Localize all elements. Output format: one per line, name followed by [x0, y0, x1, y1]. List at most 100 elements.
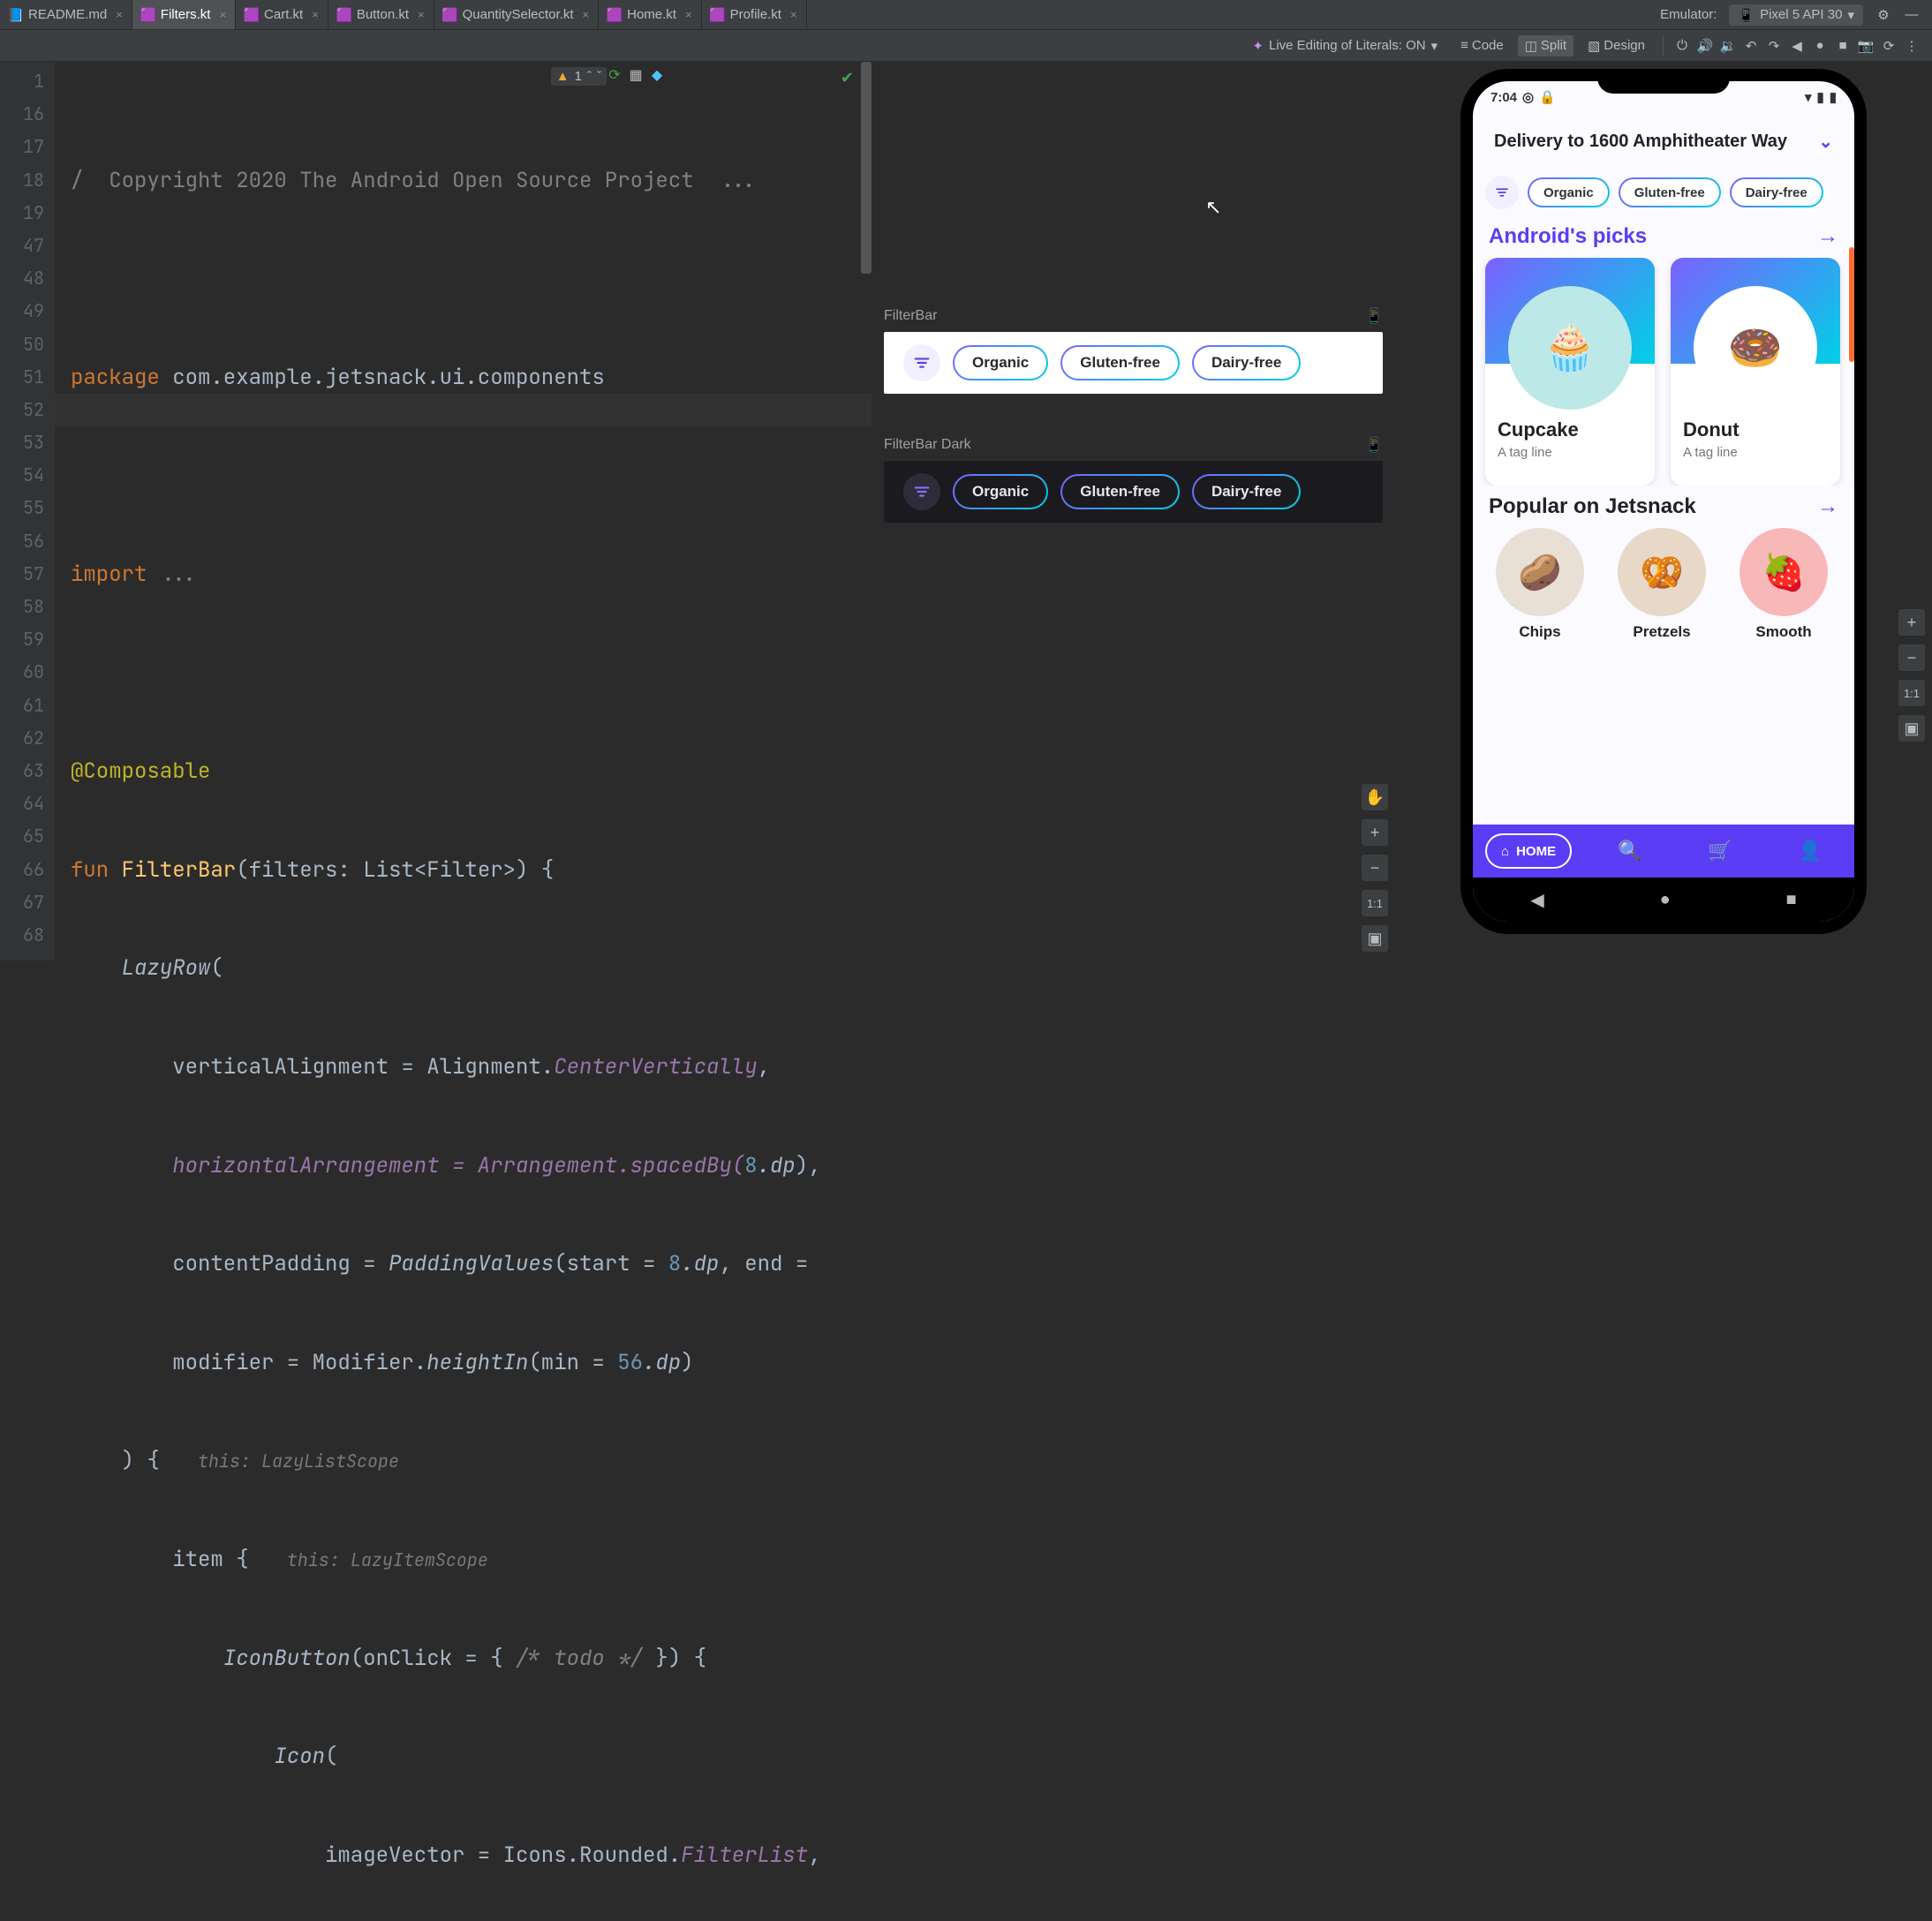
- interactive-icon[interactable]: ▦: [628, 67, 644, 83]
- markdown-icon: 📘: [9, 8, 23, 22]
- filter-icon[interactable]: [903, 344, 940, 381]
- gear-icon[interactable]: ⚙: [1875, 7, 1891, 23]
- snack-card-cupcake[interactable]: 🧁 Cupcake A tag line: [1485, 258, 1655, 486]
- rotate-left-icon[interactable]: ↶: [1743, 38, 1759, 54]
- tab-label: Button.kt: [357, 7, 409, 22]
- code-editor[interactable]: 116 1718 1947 4849 5051 5253 5455 5657 5…: [0, 62, 872, 960]
- nav-home-button[interactable]: ⌂ HOME: [1485, 833, 1572, 869]
- more-icon[interactable]: ⋮: [1904, 38, 1920, 54]
- zoom-out-button[interactable]: −: [1898, 644, 1925, 671]
- close-icon[interactable]: ×: [583, 8, 590, 21]
- editor-tabs: 📘 README.md × 🟪 Filters.kt × 🟪 Cart.kt ×…: [0, 0, 1932, 30]
- search-icon[interactable]: 🔍: [1598, 840, 1662, 863]
- pop-item-smoothie[interactable]: 🍓 Smooth: [1729, 528, 1838, 669]
- check-icon: ✔: [841, 69, 854, 87]
- chevron-down-icon: ⌄: [1818, 131, 1833, 153]
- chip-organic[interactable]: Organic: [1528, 177, 1610, 207]
- emulator-label: Emulator:: [1660, 7, 1717, 22]
- chip-glutenfree[interactable]: Gluten-free: [1060, 345, 1180, 380]
- refresh-icon[interactable]: ⟳: [1881, 38, 1897, 54]
- close-icon[interactable]: ×: [418, 8, 425, 21]
- back-icon[interactable]: ◀: [1789, 38, 1805, 54]
- code-body[interactable]: / Copyright 2020 The Android Open Source…: [55, 62, 872, 960]
- power-icon[interactable]: ⏻: [1674, 38, 1690, 54]
- tab-quantity[interactable]: 🟪 QuantitySelector.kt ×: [434, 0, 600, 29]
- tab-label: QuantitySelector.kt: [463, 7, 574, 22]
- cart-icon[interactable]: 🛒: [1688, 840, 1752, 863]
- preview-filterbar-dark: Organic Gluten-free Dairy-free: [884, 461, 1383, 523]
- fit-icon[interactable]: ▣: [1898, 715, 1925, 742]
- tab-label: README.md: [28, 7, 107, 22]
- device-name: Pixel 5 API 30: [1760, 7, 1842, 22]
- view-code-button[interactable]: ≡ Code: [1453, 35, 1511, 56]
- zoom-in-button[interactable]: +: [1898, 609, 1925, 636]
- chip-organic[interactable]: Organic: [953, 474, 1048, 509]
- zoom-ratio[interactable]: 1:1: [1898, 680, 1925, 706]
- kotlin-icon: 🟪: [337, 8, 351, 22]
- popular-carousel[interactable]: 🥔 Chips 🥨 Pretzels 🍓 Smooth: [1473, 528, 1854, 669]
- tab-cart[interactable]: 🟪 Cart.kt ×: [236, 0, 328, 29]
- chip-glutenfree[interactable]: Gluten-free: [1060, 474, 1180, 509]
- close-icon[interactable]: ×: [219, 8, 226, 21]
- rotate-right-icon[interactable]: ↷: [1766, 38, 1782, 54]
- filter-icon[interactable]: [903, 473, 940, 510]
- view-split-button[interactable]: ◫ Split: [1518, 35, 1574, 56]
- close-icon[interactable]: ×: [312, 8, 319, 21]
- close-icon[interactable]: ×: [685, 8, 692, 21]
- battery-icon: ▮: [1830, 89, 1837, 105]
- emulator-zoom-tools: + − 1:1 ▣: [1898, 609, 1925, 742]
- overview-icon[interactable]: ■: [1835, 38, 1851, 54]
- emulator-panel: 7:04 ◎ 🔒 ▾ ▮ ▮ Delivery to 1600 Amphithe…: [1395, 62, 1932, 960]
- close-icon[interactable]: ×: [116, 8, 123, 21]
- live-edit-toggle[interactable]: ✦ Live Editing of Literals: ON ▾: [1252, 38, 1438, 54]
- device-screen[interactable]: 7:04 ◎ 🔒 ▾ ▮ ▮ Delivery to 1600 Amphithe…: [1473, 81, 1854, 922]
- tab-button[interactable]: 🟪 Button.kt ×: [328, 0, 434, 29]
- chip-glutenfree[interactable]: Gluten-free: [1619, 177, 1721, 207]
- screenshot-icon[interactable]: 📷: [1858, 38, 1874, 54]
- close-icon[interactable]: ×: [790, 8, 797, 21]
- tab-profile[interactable]: 🟪 Profile.kt ×: [702, 0, 807, 29]
- warning-icon: ▲: [556, 69, 570, 84]
- filter-chips-row[interactable]: Organic Gluten-free Dairy-free: [1473, 170, 1854, 215]
- chip-dairyfree[interactable]: Dairy-free: [1730, 177, 1823, 207]
- home-icon[interactable]: ●: [1660, 890, 1671, 910]
- picks-carousel[interactable]: 🧁 Cupcake A tag line 🍩 Donut A tag line: [1473, 258, 1854, 486]
- separator: [1663, 36, 1664, 56]
- inspection-badge[interactable]: ▲ 1 ˆ ˇ: [551, 67, 607, 86]
- snack-card-donut[interactable]: 🍩 Donut A tag line: [1671, 258, 1840, 486]
- profile-icon[interactable]: 👤: [1778, 840, 1842, 863]
- pan-icon[interactable]: ✋: [1362, 784, 1388, 810]
- fit-icon[interactable]: ▣: [1362, 925, 1388, 952]
- minimize-icon[interactable]: —: [1904, 7, 1920, 23]
- arrow-right-icon[interactable]: →: [1817, 224, 1838, 249]
- tab-filters[interactable]: 🟪 Filters.kt ×: [132, 0, 236, 29]
- tab-readme[interactable]: 📘 README.md ×: [0, 0, 132, 29]
- home-icon[interactable]: ●: [1812, 38, 1828, 54]
- address-selector[interactable]: Delivery to 1600 Amphitheater Way ⌄: [1473, 113, 1854, 170]
- zoom-ratio[interactable]: 1:1: [1362, 890, 1388, 916]
- volume-down-icon[interactable]: 🔉: [1720, 38, 1736, 54]
- deploy-icon[interactable]: 📱: [1365, 307, 1383, 325]
- overview-icon[interactable]: ■: [1785, 890, 1796, 910]
- zoom-in-button[interactable]: +: [1362, 819, 1388, 846]
- chevron-up-icon[interactable]: ˆ: [587, 69, 592, 84]
- arrow-right-icon[interactable]: →: [1817, 494, 1838, 519]
- layers-icon[interactable]: ◆: [649, 67, 665, 83]
- device-selector[interactable]: 📱 Pixel 5 API 30 ▾: [1729, 4, 1863, 26]
- pop-item-chips[interactable]: 🥔 Chips: [1485, 528, 1595, 669]
- chip-dairyfree[interactable]: Dairy-free: [1192, 345, 1301, 380]
- compose-preview: ↖ FilterBar 📱 Organic Gluten-free Dairy-…: [872, 62, 1395, 960]
- volume-up-icon[interactable]: 🔊: [1697, 38, 1713, 54]
- zoom-out-button[interactable]: −: [1362, 855, 1388, 881]
- signal-icon: ▮: [1816, 89, 1823, 105]
- refresh-icon[interactable]: ⟳: [607, 67, 623, 83]
- chip-organic[interactable]: Organic: [953, 345, 1048, 380]
- back-icon[interactable]: ◀: [1530, 889, 1543, 911]
- pop-item-pretzels[interactable]: 🥨 Pretzels: [1607, 528, 1717, 669]
- chevron-down-icon[interactable]: ˇ: [597, 69, 601, 84]
- deploy-icon[interactable]: 📱: [1365, 436, 1383, 454]
- chip-dairyfree[interactable]: Dairy-free: [1192, 474, 1301, 509]
- view-design-button[interactable]: ▧ Design: [1581, 35, 1652, 56]
- filter-icon[interactable]: [1485, 176, 1519, 209]
- tab-home[interactable]: 🟪 Home.kt ×: [599, 0, 701, 29]
